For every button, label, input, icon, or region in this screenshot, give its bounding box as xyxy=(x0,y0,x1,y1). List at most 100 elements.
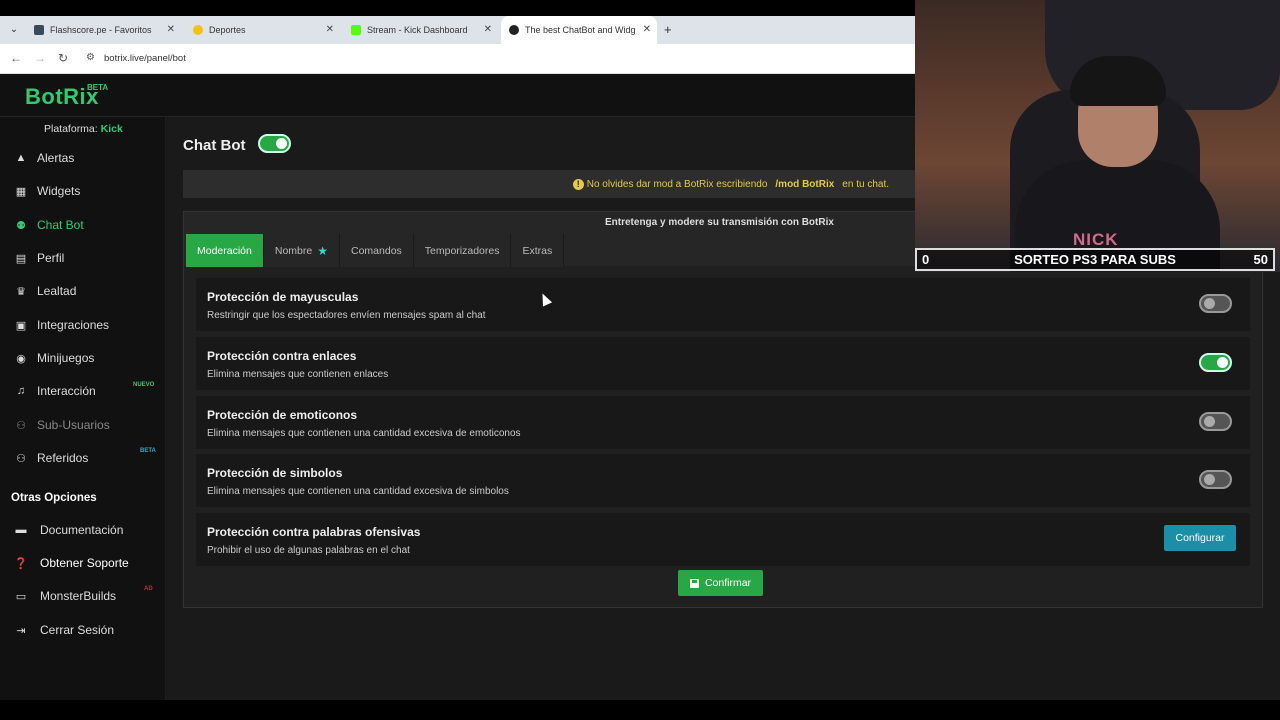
emotes-protection-toggle[interactable] xyxy=(1199,412,1232,431)
sidebar-item-alertas[interactable]: ▲ Alertas xyxy=(0,143,166,173)
caps-protection-toggle[interactable] xyxy=(1199,294,1232,313)
tab-comandos[interactable]: Comandos xyxy=(340,234,414,267)
setting-row-mayusculas: Protección de mayusculas Restringir que … xyxy=(196,278,1250,331)
new-badge: NUEVO xyxy=(133,382,155,388)
sidebar-item-interaccion[interactable]: ♫ Interacción NUEVO xyxy=(0,376,166,406)
sidebar-item-label: Referidos xyxy=(37,451,89,465)
app-topbar: BotRix BETA xyxy=(0,74,915,117)
shirt-text: NICK xyxy=(1073,230,1119,249)
sidebar-item-label: Perfil xyxy=(37,251,65,265)
webcam-person-hair xyxy=(1070,56,1166,106)
sidebar-item-chat-bot[interactable]: ⚉ Chat Bot xyxy=(0,210,166,240)
sidebar-item-label: Widgets xyxy=(37,184,81,198)
sidebar-item-lealtad[interactable]: ♛ Lealtad xyxy=(0,276,166,306)
giveaway-current: 0 xyxy=(922,252,930,267)
tab-title: Deportes xyxy=(209,25,246,35)
sidebar-item-documentacion[interactable]: ▬ Documentación xyxy=(0,515,166,545)
browser-tab-3[interactable]: Stream - Kick Dashboard ✕ xyxy=(343,18,498,42)
tab-favicon-icon xyxy=(351,25,361,35)
panel-subtitle: Entretenga y modere su transmisión con B… xyxy=(605,217,834,228)
browser-tab-2[interactable]: Deportes ✕ xyxy=(185,18,340,42)
panel-tabs: Moderación Nombre ★ Comandos Temporizador… xyxy=(186,234,565,267)
bottom-bar xyxy=(0,700,1280,720)
setting-description: Elimina mensajes que contienen enlaces xyxy=(207,369,389,380)
chat-bot-toggle[interactable] xyxy=(258,134,291,153)
sidebar-item-minijuegos[interactable]: ◉ Minijuegos xyxy=(0,343,166,373)
close-icon[interactable]: ✕ xyxy=(167,24,175,35)
close-icon[interactable]: ✕ xyxy=(326,24,334,35)
sidebar-item-label: MonsterBuilds xyxy=(40,589,117,603)
sidebar-item-label: Sub-Usuarios xyxy=(37,418,110,432)
alert-command: /mod BotRix xyxy=(775,178,835,190)
sidebar-item-integraciones[interactable]: ▣ Integraciones xyxy=(0,310,166,340)
sidebar-item-referidos[interactable]: ⚇ Referidos BETA xyxy=(0,443,166,473)
sidebar-item-perfil[interactable]: ▤ Perfil xyxy=(0,243,166,273)
mod-reminder-alert: ! No olvides dar mod a BotRix escribiend… xyxy=(183,170,915,198)
platform-indicator: Plataforma: Kick xyxy=(44,123,123,135)
url-input[interactable]: botrix.live/panel/bot xyxy=(104,53,186,64)
sidebar-item-soporte[interactable]: ❓ Obtener Soporte xyxy=(0,548,166,578)
sidebar-item-label: Lealtad xyxy=(37,284,77,298)
giveaway-title: SORTEO PS3 PARA SUBS xyxy=(1014,252,1176,267)
tab-label: Comandos xyxy=(351,244,402,257)
setting-row-palabras-ofensivas: Protección contra palabras ofensivas Pro… xyxy=(196,513,1250,566)
links-protection-toggle[interactable] xyxy=(1199,353,1232,372)
gamepad-icon: ◉ xyxy=(16,352,26,365)
setting-description: Elimina mensajes que contienen una canti… xyxy=(207,486,509,497)
close-icon[interactable]: ✕ xyxy=(643,24,651,35)
setting-description: Elimina mensajes que contienen una canti… xyxy=(207,428,521,439)
tab-label: Nombre xyxy=(274,244,313,257)
site-info-icon[interactable]: ⚙ xyxy=(86,52,95,63)
address-bar: ← → ↻ ⚙ botrix.live/panel/bot xyxy=(0,44,915,74)
book-icon: ▬ xyxy=(15,524,27,536)
tab-label: Temporizadores xyxy=(424,244,500,257)
music-icon: ♫ xyxy=(16,385,26,397)
back-icon[interactable]: ← xyxy=(10,51,22,65)
tab-nombre[interactable]: Nombre ★ xyxy=(263,234,340,267)
tab-favicon-icon xyxy=(509,25,519,35)
save-icon xyxy=(689,578,699,588)
platform-label: Plataforma: xyxy=(44,123,98,135)
confirm-button[interactable]: Confirmar xyxy=(678,570,763,596)
setting-row-simbolos: Protección de simbolos Elimina mensajes … xyxy=(196,454,1250,507)
setting-title: Protección de simbolos xyxy=(207,466,343,480)
new-tab-icon[interactable]: + xyxy=(664,22,672,37)
ad-badge: AD xyxy=(144,586,153,592)
configure-button[interactable]: Configurar xyxy=(1164,525,1236,551)
users-icon: ⚇ xyxy=(16,419,26,432)
toggle-knob xyxy=(1217,357,1228,368)
sidebar: Plataforma: Kick ▲ Alertas ▦ Widgets ⚉ C… xyxy=(0,117,166,700)
tab-favicon-icon xyxy=(193,25,203,35)
close-icon[interactable]: ✕ xyxy=(484,24,492,35)
toggle-knob xyxy=(1204,416,1215,427)
sidebar-item-cerrar-sesion[interactable]: ⇥ Cerrar Sesión xyxy=(0,615,166,645)
sidebar-item-monsterbuilds[interactable]: ▭ MonsterBuilds AD xyxy=(0,581,166,611)
browser-tab-1[interactable]: Flashscore.pe - Favoritos ✕ xyxy=(26,18,181,42)
tabstrip-top xyxy=(0,0,915,16)
tab-extras[interactable]: Extras xyxy=(511,234,565,267)
sidebar-item-label: Documentación xyxy=(40,523,124,537)
tab-search-icon[interactable]: ⌄ xyxy=(6,22,22,38)
browser-tab-4[interactable]: The best ChatBot and Widgets ✕ xyxy=(501,16,657,44)
tab-moderacion[interactable]: Moderación xyxy=(186,234,264,267)
tab-title: Stream - Kick Dashboard xyxy=(367,25,468,35)
warning-icon: ▲ xyxy=(15,152,27,164)
sidebar-item-sub-usuarios[interactable]: ⚇ Sub-Usuarios xyxy=(0,410,166,440)
setting-description: Prohibir el uso de algunas palabras en e… xyxy=(207,545,410,556)
setting-title: Protección contra enlaces xyxy=(207,349,357,363)
exclamation-icon: ! xyxy=(572,178,584,190)
sidebar-item-label: Integraciones xyxy=(37,318,110,332)
sidebar-item-widgets[interactable]: ▦ Widgets xyxy=(0,176,166,206)
logo-beta-badge: BETA xyxy=(87,83,109,92)
setting-title: Protección de emoticonos xyxy=(207,408,358,422)
giveaway-goal: 50 xyxy=(1253,252,1268,267)
forward-icon[interactable]: → xyxy=(34,51,46,65)
plug-icon: ▣ xyxy=(15,319,27,332)
symbols-protection-toggle[interactable] xyxy=(1199,470,1232,489)
setting-row-enlaces: Protección contra enlaces Elimina mensaj… xyxy=(196,337,1250,390)
toggle-knob xyxy=(1204,298,1215,309)
reload-icon[interactable]: ↻ xyxy=(58,51,68,65)
browser-tabstrip: ⌄ Flashscore.pe - Favoritos ✕ Deportes ✕… xyxy=(0,0,915,44)
tab-temporizadores[interactable]: Temporizadores xyxy=(413,234,512,267)
id-card-icon: ▤ xyxy=(15,252,27,265)
